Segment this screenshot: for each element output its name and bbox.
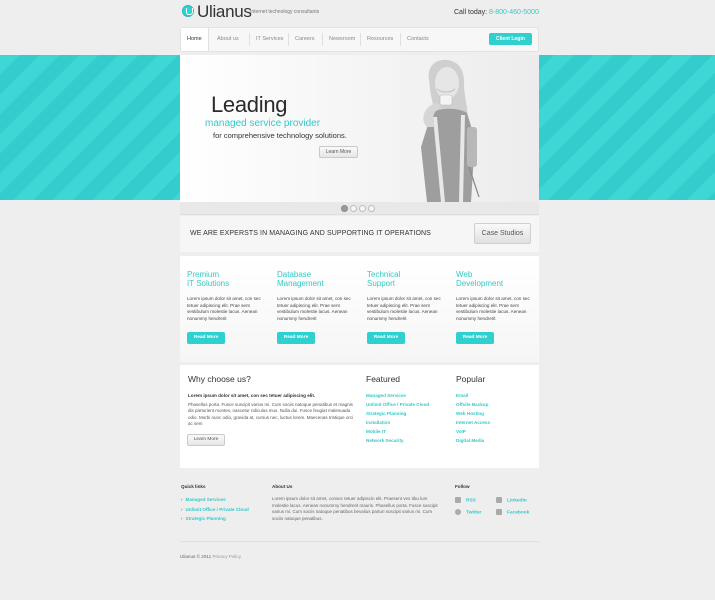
nav-divider <box>288 33 289 46</box>
main-nav: Home About us IT Services Careers Newsro… <box>180 27 539 52</box>
popular-link[interactable]: Digital Media <box>456 436 490 445</box>
featured-link[interactable]: Network Security <box>366 436 429 445</box>
quick-link[interactable]: Managed Services <box>181 495 249 505</box>
slider-dot[interactable] <box>350 205 357 212</box>
service-title[interactable]: Web Development <box>456 270 536 288</box>
about-heading: About Us <box>272 484 293 489</box>
follow-linkedin[interactable]: LinkedIn <box>496 497 527 503</box>
service-title-line: IT Solutions <box>187 279 230 288</box>
hero-subtitle: managed service provider <box>205 118 321 129</box>
service-description: Lorem ipsum dolor sit amet, con sec tetu… <box>277 296 351 321</box>
rss-icon <box>455 497 461 503</box>
nav-it-services[interactable]: IT Services <box>256 28 283 51</box>
nav-newsroom[interactable]: Newsroom <box>329 28 355 51</box>
follow-label: RSS <box>466 498 476 504</box>
featured-link[interactable]: Mobile IT <box>366 427 429 436</box>
read-more-button[interactable]: Read More <box>367 332 405 344</box>
promo-text: WE ARE EXPERSTS IN MANAGING AND SUPPORTI… <box>190 230 431 237</box>
service-title[interactable]: Technical Support <box>367 270 447 288</box>
popular-link[interactable]: VoIP <box>456 427 490 436</box>
slider-dot[interactable] <box>359 205 366 212</box>
quick-link[interactable]: Strategic Planning <box>181 514 249 524</box>
featured-list: Managed Services Unlimit Office / Privat… <box>366 391 429 445</box>
nav-home[interactable]: Home <box>181 28 209 51</box>
hero-woman-photo <box>421 59 480 202</box>
case-studios-button[interactable]: Case Studios <box>474 223 531 244</box>
service-title-line: Technical <box>367 270 401 279</box>
service-title-line: Development <box>456 279 504 288</box>
services-section: Premium IT Solutions Lorem ipsum dolor s… <box>180 256 539 362</box>
logo[interactable]: Ulianus <box>197 2 252 22</box>
why-lead: Lorem ipsum dolor sit amet, con sec tetu… <box>188 393 316 398</box>
nav-divider <box>322 33 323 46</box>
hero-title: Leading <box>211 92 288 117</box>
service-title-line: Premium <box>187 270 220 279</box>
featured-link[interactable]: Strategic Planning <box>366 409 429 418</box>
follow-facebook[interactable]: Facebook <box>496 509 529 515</box>
nav-contacts[interactable]: Contacts <box>407 28 429 51</box>
quick-links-list: Managed Services Unlimit Office / Privat… <box>181 495 249 524</box>
slider-dot[interactable] <box>341 205 348 212</box>
about-text: Lorem ipsum dolor sit amet, consec tetue… <box>272 496 438 521</box>
service-description: Lorem ipsum dolor sit amet, con sec tetu… <box>187 296 261 321</box>
read-more-button[interactable]: Read More <box>187 332 225 344</box>
featured-link[interactable]: Installation <box>366 418 429 427</box>
slider-dot[interactable] <box>368 205 375 212</box>
service-title[interactable]: Database Management <box>277 270 357 288</box>
twitter-icon <box>455 509 461 515</box>
popular-list: Email Offsite Backup Web Hosting Interne… <box>456 391 490 445</box>
featured-link[interactable]: Unlimit Office / Private Cloud <box>366 400 429 409</box>
copyright-year: © 2011 <box>196 554 212 559</box>
follow-label: LinkedIn <box>507 498 527 504</box>
call-label: Call today: <box>454 9 488 16</box>
popular-link[interactable]: Email <box>456 391 490 400</box>
why-heading: Why choose us? <box>188 374 251 384</box>
nav-divider <box>249 33 250 46</box>
service-title-line: Web <box>456 270 473 279</box>
phone-number: 8-800-460-5000 <box>489 9 539 16</box>
nav-divider <box>360 33 361 46</box>
popular-link[interactable]: Offsite Backup <box>456 400 490 409</box>
hero-learn-more-button[interactable]: Learn More <box>319 146 358 158</box>
linkedin-icon <box>496 497 502 503</box>
featured-heading: Featured <box>366 374 401 384</box>
copyright-name: Ulianus <box>180 554 196 559</box>
nav-divider <box>400 33 401 46</box>
slider-pagination <box>180 202 539 215</box>
featured-link[interactable]: Managed Services <box>366 391 429 400</box>
nav-about[interactable]: About us <box>217 28 239 51</box>
service-title[interactable]: Premium IT Solutions <box>187 270 267 288</box>
footer-divider <box>180 541 539 542</box>
client-login-button[interactable]: Client Login <box>489 33 532 45</box>
logo-icon <box>182 5 194 17</box>
why-body: Phasellus porta. Fusce suscipit varius m… <box>188 402 354 427</box>
service-title-line: Database <box>277 270 312 279</box>
read-more-button[interactable]: Read More <box>456 332 494 344</box>
service-title-line: Management <box>277 279 324 288</box>
privacy-policy-link[interactable]: Privacy Policy <box>212 554 241 559</box>
tagline: Internet technology consultants <box>250 9 320 15</box>
follow-rss[interactable]: RSS <box>455 497 476 503</box>
service-title-line: Support <box>367 279 396 288</box>
popular-link[interactable]: Web Hosting <box>456 409 490 418</box>
nav-resources[interactable]: Resources <box>367 28 393 51</box>
service-description: Lorem ipsum dolor sit amet, con sec tetu… <box>456 296 530 321</box>
call-info: Call today: 8-800-460-5000 <box>454 9 539 16</box>
hero-description: for comprehensive technology solutions. <box>213 131 347 140</box>
facebook-icon <box>496 509 502 515</box>
read-more-button[interactable]: Read More <box>277 332 315 344</box>
quick-link[interactable]: Unlimit Office / Private Cloud <box>181 505 249 515</box>
popular-heading: Popular <box>456 374 486 384</box>
service-description: Lorem ipsum dolor sit amet, con sec tetu… <box>367 296 441 321</box>
copyright: Ulianus © 2011 Privacy Policy <box>180 554 241 559</box>
popular-link[interactable]: Internet Access <box>456 418 490 427</box>
follow-label: Facebook <box>507 510 530 516</box>
follow-twitter[interactable]: Twitter <box>455 509 481 515</box>
quick-links-heading: Quick links <box>181 484 206 489</box>
why-learn-more-button[interactable]: Learn More <box>187 434 225 446</box>
follow-label: Twitter <box>466 510 482 516</box>
nav-careers[interactable]: Careers <box>295 28 315 51</box>
follow-heading: Follow <box>455 484 470 489</box>
